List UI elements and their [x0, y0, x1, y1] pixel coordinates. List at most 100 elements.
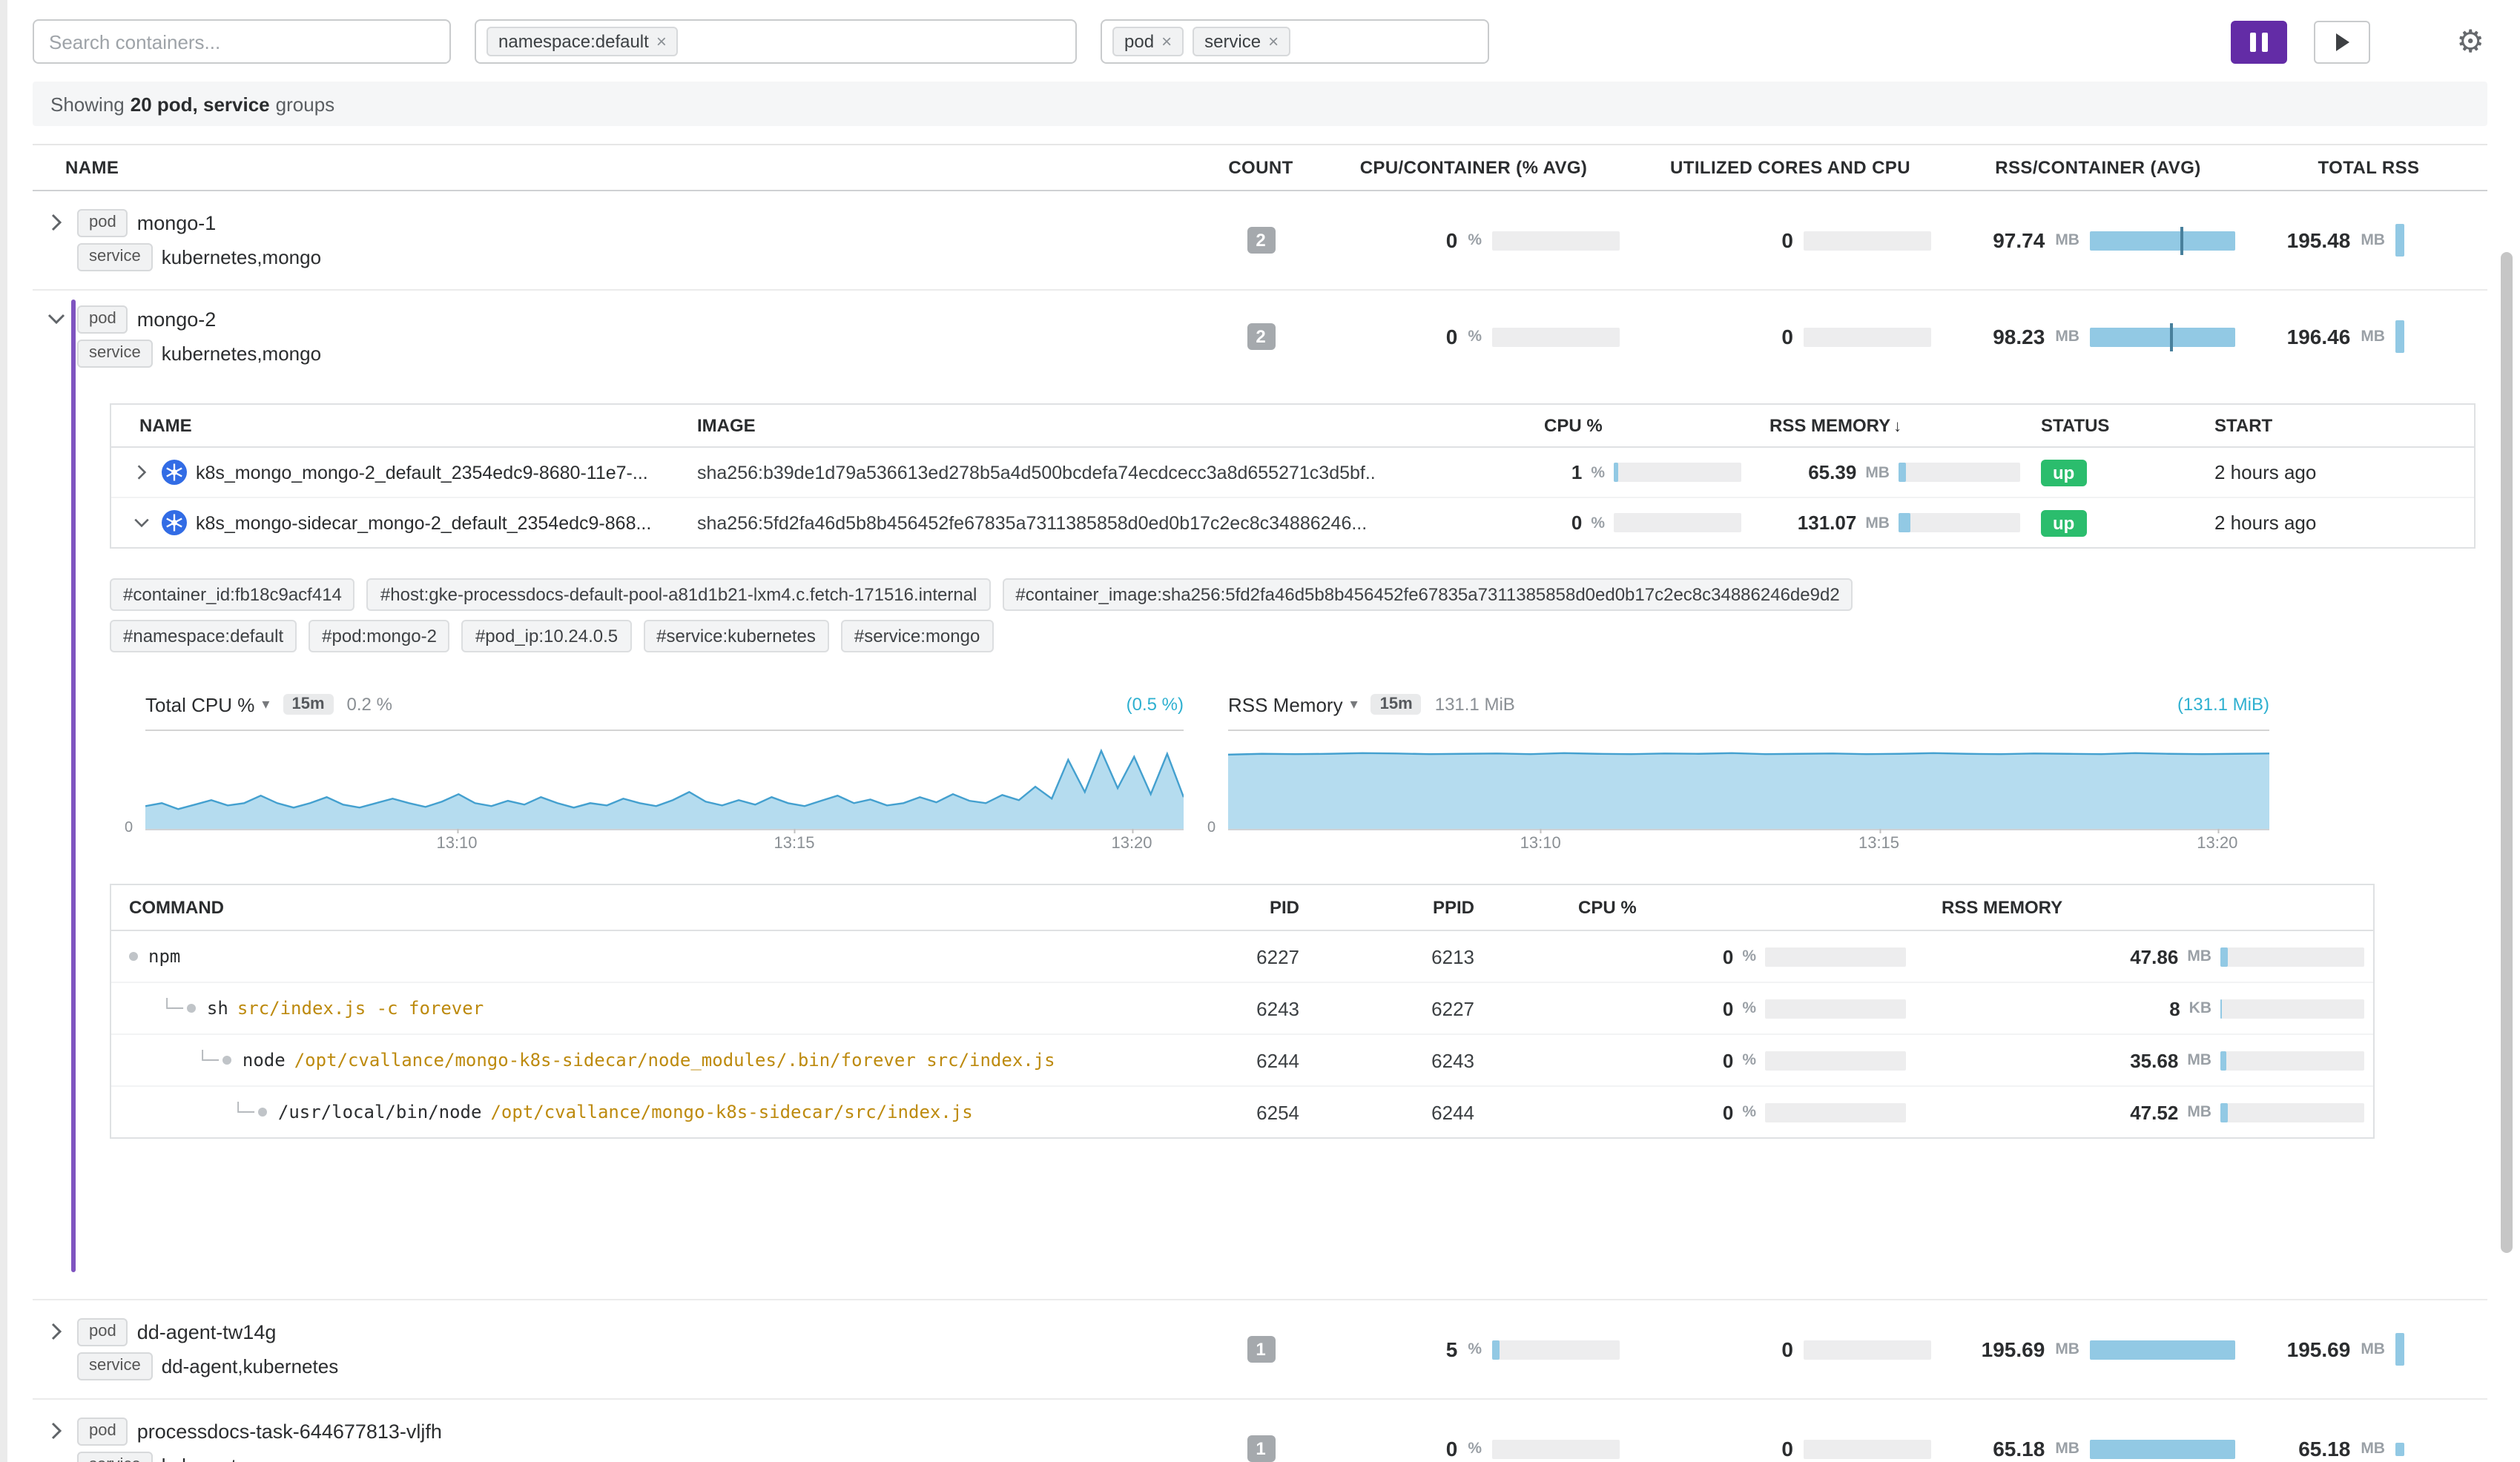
process-rss-metric: 35.68 MB	[1915, 1049, 2376, 1071]
column-ppid[interactable]: PPID	[1314, 897, 1489, 918]
group-row-processdocs-task[interactable]: pod processdocs-task-644677813-vljfh ser…	[33, 1400, 2487, 1462]
cpu-bar	[1614, 513, 1741, 532]
status-suffix: groups	[276, 93, 335, 115]
process-pid: 6227	[1151, 945, 1314, 968]
column-cpu[interactable]: CPU/CONTAINER (% AVG)	[1313, 157, 1635, 178]
process-ppid: 6243	[1314, 1049, 1489, 1071]
container-row[interactable]: k8s_mongo_mongo-2_default_2354edc9-8680-…	[111, 448, 2474, 498]
chevron-down-icon[interactable]	[44, 310, 68, 328]
process-args: /opt/cvallance/mongo-k8s-sidecar/node_mo…	[294, 1050, 1055, 1071]
chevron-right-icon[interactable]	[44, 1323, 68, 1340]
column-cores[interactable]: UTILIZED CORES AND CPU	[1635, 157, 1946, 178]
container-name: k8s_mongo-sidecar_mongo-2_default_2354ed…	[196, 512, 651, 533]
x-tick: 13:20	[1111, 835, 1152, 853]
group-block-mongo-2: pod mongo-2 service kubernetes,mongo 2 0…	[33, 291, 2487, 1300]
column-command[interactable]: COMMAND	[111, 897, 1151, 918]
process-table: COMMAND PID PPID CPU % RSS MEMORY npm 62…	[110, 884, 2375, 1139]
column-pid[interactable]: PID	[1151, 897, 1314, 918]
group-by-input[interactable]: pod × service ×	[1101, 19, 1489, 64]
pause-icon	[2250, 32, 2268, 51]
vertical-scrollbar[interactable]	[2501, 252, 2513, 1253]
process-bullet	[129, 952, 138, 961]
cpu-metric: 0 %	[1313, 228, 1635, 252]
column-process-rss[interactable]: RSS MEMORY	[1915, 897, 2376, 918]
column-count[interactable]: COUNT	[1209, 157, 1313, 178]
pod-name: dd-agent-tw14g	[137, 1320, 277, 1343]
process-bullet	[259, 1108, 268, 1117]
tag[interactable]: #service:mongo	[841, 620, 993, 652]
process-rss-metric: 47.52 MB	[1915, 1101, 2376, 1123]
column-total-rss[interactable]: TOTAL RSS	[2250, 157, 2487, 178]
cpu-metric: 0 %	[1313, 325, 1635, 348]
group-pill-service[interactable]: service ×	[1193, 27, 1290, 56]
settings-gear-icon[interactable]: ⚙	[2456, 26, 2484, 57]
containers-table-header: NAME IMAGE CPU % RSS MEMORY↓ STATUS STAR…	[111, 405, 2474, 448]
filter-input-namespace[interactable]: namespace:default ×	[475, 19, 1077, 64]
tag[interactable]: #container_id:fb18c9acf414	[110, 578, 355, 611]
filter-pill-namespace[interactable]: namespace:default ×	[486, 27, 679, 56]
group-pill-pod[interactable]: pod ×	[1112, 27, 1184, 56]
container-tags: #container_id:fb18c9acf414 #host:gke-pro…	[110, 578, 2487, 652]
tag[interactable]: #pod:mongo-2	[309, 620, 450, 652]
column-name[interactable]: NAME	[33, 157, 1209, 178]
total-rss-metric: 196.46 MB	[2250, 320, 2487, 353]
column-container-name[interactable]: NAME	[111, 415, 697, 436]
y-axis-zero: 0	[125, 820, 133, 836]
rss-bar	[1899, 463, 2020, 482]
process-pid: 6254	[1151, 1101, 1314, 1123]
search-input[interactable]	[33, 19, 451, 64]
tag[interactable]: #host:gke-processdocs-default-pool-a81d1…	[367, 578, 991, 611]
column-container-rss[interactable]: RSS MEMORY↓	[1747, 415, 2029, 436]
chart-metric-dropdown[interactable]: Total CPU % ▾	[145, 693, 269, 715]
remove-group-icon[interactable]: ×	[1268, 31, 1279, 52]
group-row-mongo-2[interactable]: pod mongo-2 service kubernetes,mongo 2 0…	[33, 302, 2487, 371]
chevron-down-icon: ▾	[262, 696, 269, 712]
column-image[interactable]: IMAGE	[697, 415, 1376, 436]
tag[interactable]: #container_image:sha256:5fd2fa46d5b8b456…	[1002, 578, 1853, 611]
column-start[interactable]: START	[2195, 415, 2477, 436]
chart-metric-dropdown[interactable]: RSS Memory ▾	[1228, 693, 1358, 715]
tag[interactable]: #pod_ip:10.24.0.5	[462, 620, 631, 652]
container-row-expanded[interactable]: k8s_mongo-sidecar_mongo-2_default_2354ed…	[111, 498, 2474, 547]
rss-memory-label: RSS MEMORY	[1769, 415, 1890, 436]
chevron-right-icon[interactable]	[129, 464, 153, 480]
total-rss-metric: 195.69 MB	[2250, 1333, 2487, 1366]
total-rss-unit: MB	[2361, 231, 2385, 249]
column-rss-avg[interactable]: RSS/CONTAINER (AVG)	[1946, 157, 2250, 178]
containers-app: namespace:default × pod × service × ⚙	[0, 0, 2520, 1462]
status-badge: up	[2041, 459, 2086, 486]
rss-avg-bar	[2090, 327, 2235, 346]
column-status[interactable]: STATUS	[2029, 415, 2195, 436]
pod-badge: pod	[77, 1417, 128, 1445]
tag[interactable]: #service:kubernetes	[643, 620, 829, 652]
rss-unit: MB	[1865, 514, 1890, 532]
total-rss-minibar	[2395, 1333, 2404, 1366]
cores-metric: 0	[1635, 1437, 1946, 1461]
status-highlight: 20 pod, service	[131, 93, 270, 115]
chevron-right-icon[interactable]	[44, 214, 68, 231]
chevron-right-icon[interactable]	[44, 1422, 68, 1440]
pause-button[interactable]	[2231, 20, 2287, 63]
cores-bar	[1804, 231, 1931, 250]
process-row: └─ /usr/local/bin/node /opt/cvallance/mo…	[111, 1087, 2373, 1137]
group-row-dd-agent[interactable]: pod dd-agent-tw14g service dd-agent,kube…	[33, 1300, 2487, 1400]
kubernetes-icon	[162, 510, 187, 535]
remove-filter-icon[interactable]: ×	[656, 31, 667, 52]
chevron-down-icon[interactable]	[129, 515, 153, 531]
tree-elbow: └─	[197, 1050, 219, 1071]
play-button[interactable]	[2314, 20, 2370, 63]
group-row-mongo-1[interactable]: pod mongo-1 service kubernetes,mongo 2 0…	[33, 191, 2487, 291]
column-process-cpu[interactable]: CPU %	[1489, 897, 1915, 918]
pod-badge: pod	[77, 1317, 128, 1346]
pod-name: mongo-2	[137, 308, 217, 330]
rss-sparkline: 0	[1228, 746, 2269, 830]
process-args: src/index.js -c forever	[237, 998, 484, 1019]
remove-group-icon[interactable]: ×	[1161, 31, 1172, 52]
sort-desc-icon: ↓	[1893, 418, 1901, 436]
chevron-down-icon: ▾	[1350, 696, 1358, 712]
tag[interactable]: #namespace:default	[110, 620, 297, 652]
chart-current-value: 131.1 MiB	[1435, 694, 1515, 715]
column-container-cpu[interactable]: CPU %	[1376, 415, 1747, 436]
pod-badge: pod	[77, 208, 128, 236]
process-rss-metric: 8 KB	[1915, 997, 2376, 1019]
